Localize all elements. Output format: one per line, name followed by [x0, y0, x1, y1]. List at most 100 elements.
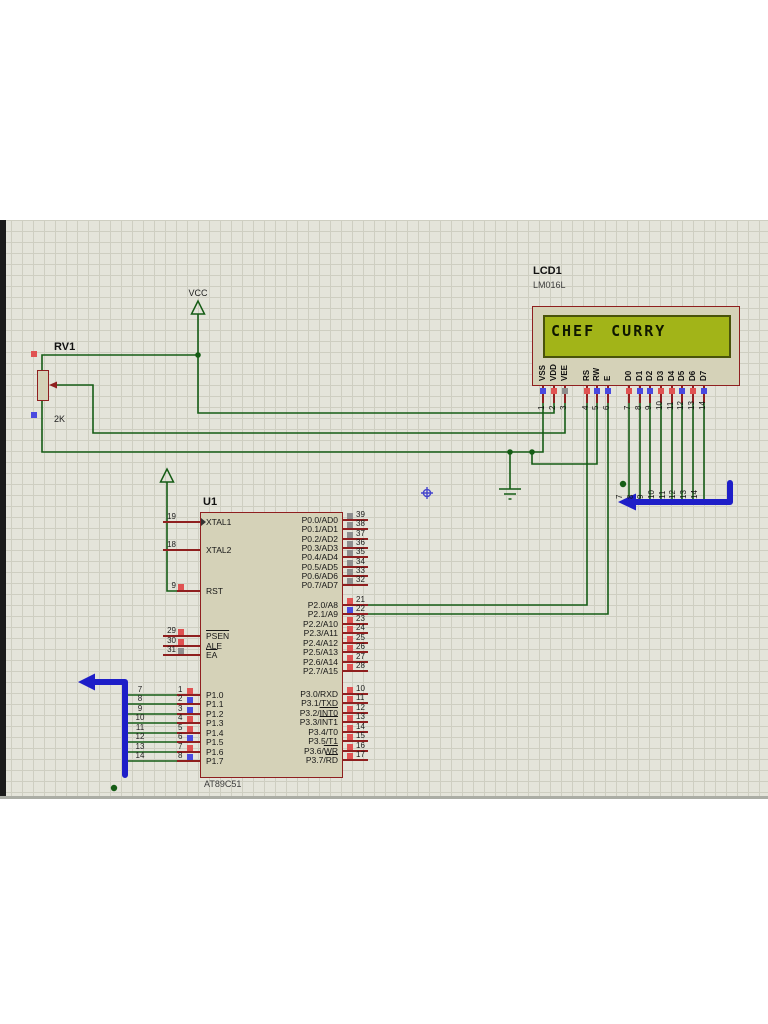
mcu-pin-state	[347, 550, 353, 556]
pin-label-overline: INT1	[319, 717, 338, 727]
pin-label-text: P3.7/	[305, 755, 326, 765]
pin-label-text: P1.5	[206, 737, 224, 747]
mcu-pin-state	[187, 745, 193, 751]
wire-pot-bottom-to-vss[interactable]	[41, 400, 544, 453]
wires-lcd-data[interactable]	[628, 403, 705, 500]
mcu-pin-state	[347, 607, 353, 613]
bus-port1[interactable]	[90, 679, 128, 778]
bus-arrow-icon	[78, 673, 95, 691]
lcd-pin-state	[540, 388, 546, 394]
ground-symbol-icon[interactable]	[499, 488, 521, 500]
mcu-pin-number: 10	[356, 684, 365, 693]
mcu-pin-stub	[177, 590, 200, 592]
pot-wiper-arrow-icon	[49, 381, 57, 389]
mcu-pin-state	[347, 696, 353, 702]
pot-body[interactable]	[37, 370, 49, 401]
wire-vcc-to-vdd[interactable]	[197, 314, 555, 414]
mcu-pin-number: 19	[167, 512, 176, 521]
lcd-pin-state	[626, 388, 632, 394]
pin-label-overline: RD	[325, 755, 338, 765]
lcd-pin-number: 7	[623, 405, 632, 410]
mcu-pin-number: 31	[167, 645, 176, 654]
bus-anchor-dot	[110, 784, 118, 792]
mcu-pin-state	[187, 707, 193, 713]
mcu-pin-number: 37	[356, 529, 365, 538]
mcu-pin-name: P3.5/T1	[240, 737, 338, 746]
pin-label-text: P3.5/T1	[308, 736, 338, 746]
mcu-pin-name: P1.7	[206, 757, 224, 766]
lcd-pin-state	[584, 388, 590, 394]
pin-label-text: XTAL1	[206, 517, 232, 527]
mcu-pin-number: 26	[356, 642, 365, 651]
mcu-pin-name: P3.3/INT1	[240, 718, 338, 727]
lcd-pin-name: VSS	[538, 364, 547, 381]
lcd-pin-name: RW	[592, 367, 601, 381]
mcu-pin-name: P1.5	[206, 738, 224, 747]
pin-label-text: P2.7/A15	[303, 666, 338, 676]
net-label: 8	[626, 494, 635, 499]
wire-pot-top-to-vcc[interactable]	[41, 354, 198, 370]
lcd-pin-number: 2	[548, 405, 557, 410]
vcc-power-arrow-icon[interactable]	[190, 299, 206, 315]
mcu-pin-state	[347, 753, 353, 759]
pin-label-text: P3.3/	[299, 717, 320, 727]
mcu-pin-state	[178, 639, 184, 645]
bus-anchor-dot	[619, 480, 627, 488]
origin-marker-cross	[421, 487, 433, 499]
mcu-pin-name: PSEN	[206, 632, 229, 641]
wire-power-to-rst[interactable]	[166, 482, 177, 592]
mcu-pin-stub	[343, 584, 368, 586]
mcu-pin-number: 13	[356, 712, 365, 721]
mcu-pin-number: 22	[356, 604, 365, 613]
mcu-pin-stub	[163, 549, 200, 551]
rst-power-arrow-icon[interactable]	[159, 467, 175, 483]
mcu-pin-name: P1.3	[206, 719, 224, 728]
mcu-pin-stub	[343, 759, 368, 761]
mcu-pin-state	[347, 734, 353, 740]
lcd-pin-name: D6	[688, 370, 697, 381]
mcu-pin-state	[347, 687, 353, 693]
lcd-pin-state	[605, 388, 611, 394]
mcu-pin-stub	[343, 670, 368, 672]
mcu-pin-number: 3	[178, 704, 183, 713]
net-label: 7	[137, 685, 143, 694]
lcd-pin-state	[647, 388, 653, 394]
mcu-pin-number: 12	[356, 703, 365, 712]
wire-wiper-to-vee[interactable]	[55, 384, 566, 434]
pin-label-text: P2.5/A13	[303, 647, 338, 657]
lcd-pin-name: D4	[667, 370, 676, 381]
lcd-pin-name: D1	[635, 370, 644, 381]
mcu-pin-state	[347, 560, 353, 566]
lcd-pin-state	[679, 388, 685, 394]
mcu-pin-state	[187, 735, 193, 741]
proteus-schematic-page: CHEF CURRY VCC RV1 2K U1 AT89C51 LCD1 LM…	[0, 0, 768, 1024]
mcu-pin-number: 17	[356, 750, 365, 759]
lcd-pin-state	[637, 388, 643, 394]
mcu-pin-number: 18	[167, 540, 176, 549]
net-label: 11	[135, 723, 145, 732]
net-label: 8	[137, 694, 143, 703]
lcd-pin-state	[690, 388, 696, 394]
mcu-pin-state	[347, 664, 353, 670]
mcu-pin-number: 27	[356, 652, 365, 661]
lcd-pin-number: 1	[537, 405, 546, 410]
lcd-pin-state	[562, 388, 568, 394]
mcu-pin-name: RST	[206, 587, 223, 596]
mcu-pin-name: P0.7/AD7	[240, 581, 338, 590]
pot-pin-state	[31, 351, 37, 357]
net-label: 10	[135, 713, 145, 722]
vcc-label: VCC	[188, 288, 208, 298]
mcu-pin-number: 21	[356, 595, 365, 604]
lcd-pin-number: 3	[559, 405, 568, 410]
mcu-pin-number: 1	[178, 685, 183, 694]
net-label: 14	[135, 751, 145, 760]
mcu-pin-number: 38	[356, 519, 365, 528]
wire-p21-to-e[interactable]	[368, 403, 609, 615]
lcd-pin-state	[594, 388, 600, 394]
lcd-part-label: LM016L	[533, 280, 566, 290]
lcd-ref-label: LCD1	[533, 265, 562, 277]
lcd-pin-name: VEE	[560, 364, 569, 381]
mcu-pin-state	[347, 522, 353, 528]
lcd-display-text: CHEF CURRY	[551, 322, 667, 340]
mcu-pin-number: 15	[356, 731, 365, 740]
